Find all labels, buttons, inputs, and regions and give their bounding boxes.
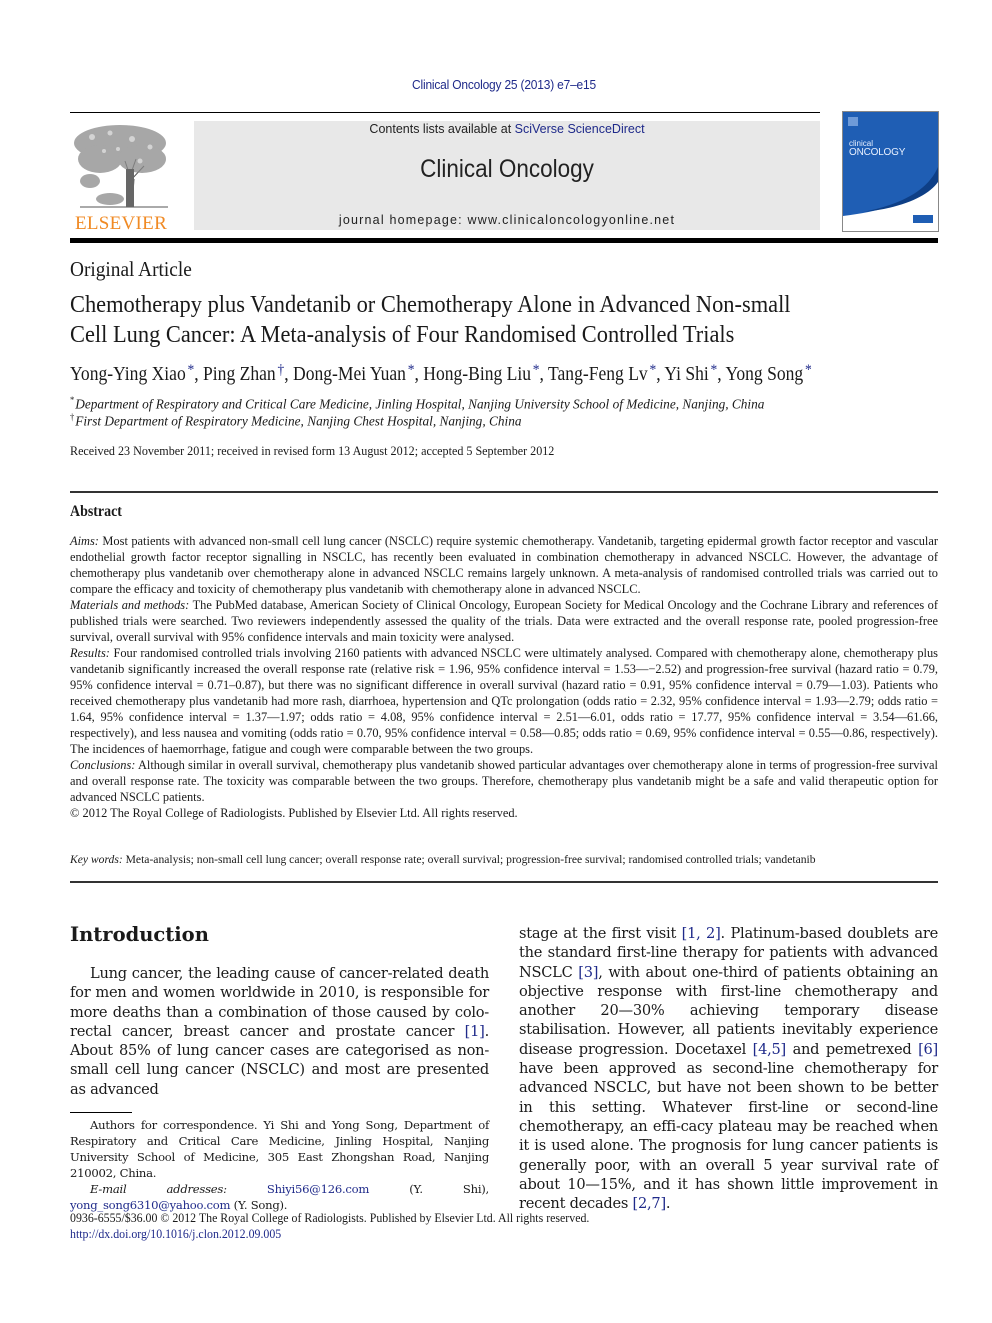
cover-art-icon	[843, 112, 938, 231]
abstract-methods: Materials and methods: The PubMed databa…	[70, 597, 938, 645]
issn-copyright-line: 0936-6555/$36.00 © 2012 The Royal Colleg…	[70, 1211, 590, 1225]
abstract-section-label: Aims:	[70, 534, 99, 548]
correspondence-text: Authors for correspondence. Yi Shi and Y…	[70, 1117, 489, 1181]
introduction-paragraph-right: stage at the first visit [1, 2]. Platinu…	[519, 924, 938, 1213]
abstract-bottom-rule	[70, 881, 938, 883]
abstract-copyright: © 2012 The Royal College of Radiologists…	[70, 806, 518, 820]
author-name[interactable]: Ping Zhan	[203, 364, 276, 385]
abstract-section-text: Most patients with advanced non-small ce…	[70, 534, 938, 596]
article-title-line1: Chemotherapy plus Vandetanib or Chemothe…	[70, 291, 791, 318]
email-label: E-mail addresses:	[90, 1182, 227, 1196]
citation-link[interactable]: [6]	[918, 1041, 938, 1058]
author-name[interactable]: Tang-Feng Lv	[548, 364, 648, 385]
affiliation-2: †First Department of Respiratory Medicin…	[70, 412, 522, 431]
email-line: E-mail addresses: Shiyi56@126.com (Y. Sh…	[70, 1181, 489, 1213]
author-list: Yong-Ying Xiao *, Ping Zhan †, Dong-Mei Yu…	[70, 362, 934, 386]
author-separator: ,	[284, 364, 294, 385]
abstract-body: Aims: Most patients with advanced non-sm…	[70, 533, 938, 821]
introduction-heading: Introduction	[70, 923, 209, 946]
article-title: Chemotherapy plus Vandetanib or Chemothe…	[70, 290, 930, 350]
journal-homepage[interactable]: journal homepage: www.clinicaloncologyon…	[194, 213, 820, 227]
body-column-right: stage at the first visit [1, 2]. Platinu…	[519, 924, 938, 1213]
email-owner-song: (Y. Song).	[230, 1198, 288, 1212]
citation-link[interactable]: [1]	[465, 1023, 485, 1040]
sciencedirect-link[interactable]: SciVerse ScienceDirect	[515, 122, 645, 136]
abstract-section-label: Materials and methods:	[70, 598, 190, 612]
contents-prefix: Contents lists available at	[369, 122, 515, 136]
keywords-text: Meta-analysis; non-small cell lung cance…	[122, 853, 816, 866]
received-dates: Received 23 November 2011; received in r…	[70, 443, 555, 458]
publication-info: 0936-6555/$36.00 © 2012 The Royal Colleg…	[70, 1211, 589, 1242]
affiliation-mark: †	[70, 412, 75, 422]
correspondence-footnote: Authors for correspondence. Yi Shi and Y…	[70, 1117, 489, 1213]
abstract-aims: Aims: Most patients with advanced non-sm…	[70, 533, 938, 597]
citation-link[interactable]: [3]	[578, 964, 598, 981]
affiliation-text: First Department of Respiratory Medicine…	[75, 414, 522, 430]
journal-name: Clinical Oncology	[420, 155, 594, 183]
cover-title: clinical ONCOLOGY	[849, 140, 905, 158]
citation-link[interactable]: [2,7]	[633, 1195, 667, 1212]
author-affiliation-mark[interactable]: *	[533, 362, 540, 378]
abstract-results: Results: Four randomised controlled tria…	[70, 645, 938, 757]
header-thick-rule	[70, 238, 938, 243]
body-text-run: have been approved as second-line chemot…	[519, 1060, 938, 1213]
citation-link[interactable]: [4,5]	[753, 1041, 787, 1058]
abstract-conclusions: Conclusions: Although similar in overall…	[70, 757, 938, 805]
author-name[interactable]: Yong Song	[725, 364, 803, 385]
journal-header-box: Contents lists available at SciVerse Sci…	[194, 121, 820, 230]
body-text-run: and pemetrexed	[785, 1040, 919, 1058]
header-rule	[70, 112, 820, 113]
email-link-song[interactable]: yong_song6310@yahoo.com	[70, 1198, 230, 1212]
journal-cover-thumbnail[interactable]: clinical ONCOLOGY	[842, 111, 939, 232]
email-owner-shi: (Y. Shi),	[369, 1182, 489, 1196]
body-column-left: Introduction Lung cancer, the leading ca…	[70, 923, 489, 1099]
keywords-label: Key words:	[70, 853, 123, 866]
author-separator: ,	[414, 364, 424, 385]
elsevier-wordmark: ELSEVIER	[74, 213, 168, 234]
author-name[interactable]: Dong-Mei Yuan	[293, 364, 406, 385]
introduction-paragraph-left: Lung cancer, the leading cause of cancer…	[70, 964, 489, 1099]
correspondence-address: Authors for correspondence. Yi Shi and Y…	[70, 1118, 489, 1180]
abstract-section-label: Conclusions:	[70, 758, 136, 772]
email-link-shi[interactable]: Shiyi56@126.com	[267, 1182, 370, 1196]
journal-citation[interactable]: Clinical Oncology 25 (2013) e7–e15	[412, 77, 596, 92]
author-affiliation-mark[interactable]: *	[408, 362, 415, 378]
article-type: Original Article	[70, 257, 192, 281]
abstract-heading: Abstract	[70, 503, 122, 520]
affiliation-mark: *	[70, 395, 75, 405]
author-separator: ,	[539, 364, 549, 385]
doi-link[interactable]: http://dx.doi.org/10.1016/j.clon.2012.09…	[70, 1227, 281, 1241]
author-name[interactable]: Yong-Ying Xiao	[70, 364, 186, 385]
abstract-section-text: The PubMed database, American Society of…	[70, 598, 939, 644]
elsevier-logo[interactable]: ELSEVIER	[70, 121, 172, 234]
body-text-run: .	[665, 1195, 671, 1213]
affiliation-text: Department of Respiratory and Critical C…	[75, 397, 765, 413]
affiliation-1: *Department of Respiratory and Critical …	[70, 395, 764, 414]
contents-line: Contents lists available at SciVerse Sci…	[194, 122, 820, 136]
body-text-run: stage at the first visit	[519, 925, 682, 942]
abstract-section-text: Four randomised controlled trials involv…	[70, 646, 938, 756]
body-text-run: Lung cancer, the leading cause of cancer…	[70, 965, 489, 1040]
article-title-line2: Cell Lung Cancer: A Meta-analysis of Fou…	[70, 321, 735, 348]
journal-citation-link[interactable]: Clinical Oncology 25 (2013) e7–e15	[40, 77, 967, 92]
keywords: Key words: Meta-analysis; non-small cell…	[70, 853, 938, 866]
author-affiliation-mark[interactable]: *	[805, 362, 812, 378]
abstract-section-text: Although similar in overall survival, ch…	[70, 758, 938, 804]
elsevier-tree-icon	[74, 125, 168, 208]
author-name[interactable]: Hong-Bing Liu	[423, 364, 531, 385]
abstract-top-rule	[70, 491, 938, 493]
author-name[interactable]: Yi Shi	[664, 364, 708, 385]
citation-link[interactable]: [1, 2]	[682, 925, 721, 942]
cover-title-line2: ONCOLOGY	[849, 147, 906, 158]
author-separator: ,	[194, 364, 204, 385]
abstract-section-label: Results:	[70, 646, 110, 660]
footnote-rule	[70, 1112, 132, 1113]
